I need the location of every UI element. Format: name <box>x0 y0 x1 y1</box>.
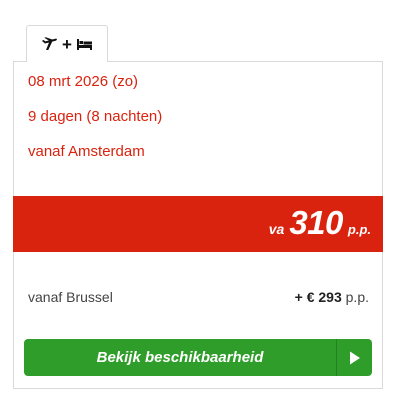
offer-card: 08 mrt 2026 (zo) 9 dagen (8 nachten) van… <box>13 61 383 389</box>
departure-airport: vanaf Amsterdam <box>28 143 145 160</box>
alternative-departure-row: vanaf Brussel + € 293 p.p. <box>28 289 369 305</box>
price-suffix: p.p. <box>347 222 371 237</box>
check-availability-button[interactable]: Bekijk beschikbaarheid <box>24 339 372 376</box>
airplane-icon <box>41 36 58 52</box>
alternative-price: + € 293 p.p. <box>295 289 369 305</box>
price: va 310 p.p. <box>269 204 371 242</box>
alternative-price-suffix: p.p. <box>341 289 369 305</box>
check-availability-label: Bekijk beschikbaarheid <box>96 349 264 366</box>
departure-date: 08 mrt 2026 (zo) <box>28 73 139 90</box>
plus-separator: + <box>62 34 72 54</box>
bed-icon <box>76 36 93 52</box>
tab-flight-hotel[interactable]: + <box>26 25 108 62</box>
trip-duration: 9 dagen (8 nachten) <box>28 108 163 125</box>
alternative-price-amount: + € 293 <box>294 289 342 305</box>
price-prefix: va <box>268 221 285 237</box>
play-arrow-icon <box>337 339 372 376</box>
price-banner: va 310 p.p. <box>13 196 383 252</box>
alternative-departure-label: vanaf Brussel <box>28 289 113 305</box>
price-amount: 310 <box>289 204 343 241</box>
